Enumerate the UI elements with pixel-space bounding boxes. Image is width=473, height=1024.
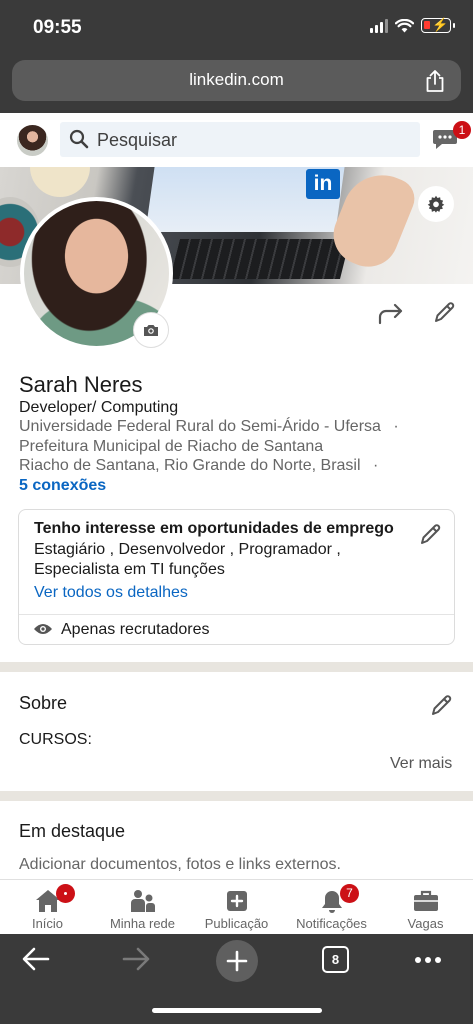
open-to-work-roles: Estagiário , Desenvolvedor , Programador…: [34, 541, 341, 578]
profile-headline: Developer/ Computing: [19, 399, 179, 416]
nav-label: Minha rede: [109, 916, 176, 931]
url-text: linkedin.com: [189, 70, 284, 89]
browser-top-chrome: 09:55 ⚡ linkedin.com: [0, 0, 473, 113]
education-text: Universidade Federal Rural do Semi-Árido…: [19, 418, 381, 435]
nav-label: Publicação: [204, 916, 269, 931]
notifications-badge: 7: [340, 884, 359, 903]
forward-icon[interactable]: [122, 946, 150, 972]
plus-icon: [226, 950, 248, 972]
cover-settings-button[interactable]: [418, 186, 454, 222]
search-placeholder: Pesquisar: [97, 130, 178, 150]
network-icon: [130, 890, 155, 912]
separator-dot: ·: [372, 457, 379, 474]
nav-post[interactable]: Publicação: [189, 880, 284, 935]
bottom-nav: Início Minha rede Publicação 7 Notificaç…: [0, 879, 473, 934]
nav-notifications[interactable]: 7 Notificações: [284, 880, 379, 935]
see-more-link[interactable]: Ver mais: [390, 755, 452, 773]
open-to-work-title: Tenho interesse em oportunidades de empr…: [34, 520, 394, 537]
back-icon[interactable]: [22, 946, 50, 972]
change-photo-button[interactable]: [133, 312, 169, 348]
nav-label: Início: [31, 916, 64, 931]
about-title: Sobre: [19, 693, 68, 713]
visibility-text: Apenas recrutadores: [61, 621, 210, 638]
edit-open-to-work-icon[interactable]: [419, 522, 443, 546]
connections-link[interactable]: 5 conexões: [19, 477, 106, 495]
address-bar[interactable]: linkedin.com: [12, 60, 461, 101]
post-icon: [226, 891, 247, 911]
profile-education[interactable]: Universidade Federal Rural do Semi-Árido…: [19, 418, 399, 436]
eye-icon: [34, 624, 52, 634]
signal-icon: [370, 18, 388, 33]
linkedin-logo: in: [306, 169, 340, 199]
camera-icon: [144, 325, 158, 336]
browser-toolbar: 8: [0, 934, 473, 1024]
battery-icon: ⚡: [421, 17, 455, 33]
profile-location: Riacho de Santana, Rio Grande do Norte, …: [19, 457, 378, 475]
nav-network[interactable]: Minha rede: [95, 880, 190, 935]
home-indicator[interactable]: [152, 1008, 322, 1013]
edit-profile-icon[interactable]: [433, 300, 457, 324]
edit-about-icon[interactable]: [430, 693, 454, 717]
briefcase-icon: [413, 890, 438, 911]
about-text: CURSOS:: [19, 731, 92, 748]
nav-label: Notificações: [296, 916, 367, 931]
featured-text: Adicionar documentos, fotos e links exte…: [19, 856, 341, 873]
profile-company[interactable]: Prefeitura Municipal de Riacho de Santan…: [19, 438, 323, 456]
new-tab-button[interactable]: [216, 940, 258, 982]
nav-label: Vagas: [407, 916, 444, 931]
cover-cup: [30, 167, 90, 197]
section-separator: [0, 791, 473, 801]
location-text: Riacho de Santana, Rio Grande do Norte, …: [19, 457, 361, 474]
featured-title: Em destaque: [19, 821, 126, 841]
share-profile-icon[interactable]: [378, 303, 404, 325]
cover-keyboard: [170, 239, 350, 279]
gear-icon: [427, 195, 445, 213]
avatar[interactable]: [17, 125, 48, 156]
divider: [19, 614, 454, 615]
section-separator: [0, 662, 473, 672]
profile-name: Sarah Neres: [19, 372, 143, 397]
home-badge: [56, 884, 75, 903]
linkedin-header: Pesquisar 1: [0, 113, 473, 167]
open-to-work-card: Tenho interesse em oportunidades de empr…: [18, 509, 455, 645]
wifi-icon: [395, 18, 414, 32]
search-input[interactable]: Pesquisar: [60, 122, 420, 157]
search-icon: [69, 129, 89, 149]
status-icons: ⚡: [370, 17, 455, 33]
nav-home[interactable]: Início: [0, 880, 95, 935]
nav-jobs[interactable]: Vagas: [378, 880, 473, 935]
separator-dot: ·: [393, 418, 399, 435]
status-time: 09:55: [33, 17, 82, 38]
messages-badge: 1: [453, 121, 471, 139]
see-details-link[interactable]: Ver todos os detalhes: [34, 584, 188, 602]
tabs-button[interactable]: 8: [322, 946, 349, 973]
share-icon[interactable]: [425, 69, 445, 93]
more-icon[interactable]: [414, 956, 442, 964]
